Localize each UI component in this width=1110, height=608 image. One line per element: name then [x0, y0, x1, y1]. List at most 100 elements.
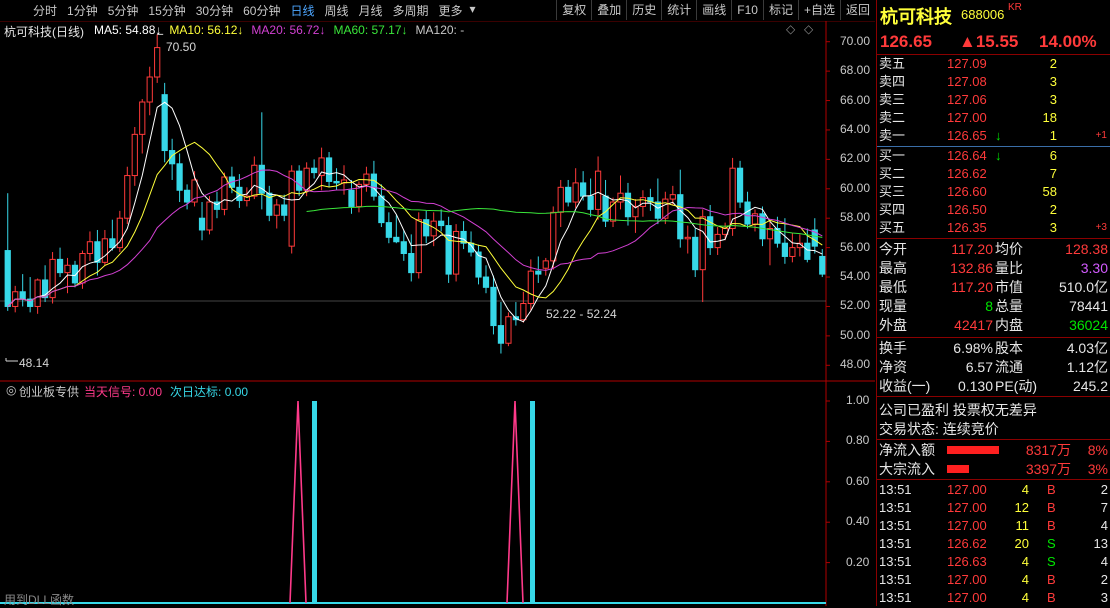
- candle: [707, 204, 714, 255]
- arrow-down-icon: ↓: [995, 148, 1002, 163]
- divider: [877, 396, 1110, 397]
- tick-row[interactable]: 13:51 127.00 12 B 7: [877, 499, 1110, 517]
- kline-chart[interactable]: [0, 21, 875, 606]
- ma-label: MA5: 54.88↓: [94, 23, 162, 37]
- stats-row: 最低 117.20 市值 510.0亿: [877, 278, 1110, 297]
- indicator-title: 创业板专供: [19, 385, 80, 399]
- stat-value: 36024: [1069, 317, 1108, 333]
- bid-row[interactable]: 买四 126.50 2: [877, 201, 1110, 219]
- tick-row[interactable]: 13:51 127.00 11 B 4: [877, 517, 1110, 535]
- ask-volume: 3: [1049, 74, 1057, 89]
- tab-period[interactable]: 5分钟: [103, 2, 144, 19]
- tick-row[interactable]: 13:51 127.00 4 B 2: [877, 481, 1110, 499]
- stock-code: 688006: [961, 7, 1005, 22]
- stats-row: 净资 6.57 流通 1.12亿: [877, 358, 1110, 377]
- trade-status: 交易状态: 连续竞价: [879, 421, 999, 437]
- toolbar-button[interactable]: 标记: [762, 0, 798, 20]
- tick-price: 127.00: [947, 590, 987, 605]
- tick-row[interactable]: 13:51 126.63 4 S 4: [877, 553, 1110, 571]
- chevron-down-icon[interactable]: ▾: [468, 2, 478, 19]
- bid-row[interactable]: 买二 126.62 7: [877, 165, 1110, 183]
- candle: [146, 66, 153, 116]
- candle: [781, 218, 789, 264]
- tab-period[interactable]: 15分钟: [143, 2, 190, 19]
- bid-volume: 6: [1049, 148, 1057, 163]
- tab-period[interactable]: 1分钟: [62, 2, 103, 19]
- ask-row[interactable]: 卖一 126.65 1 +1 ↓: [877, 127, 1110, 145]
- candle: [4, 193, 11, 311]
- stats-row: 收益(一) 0.130 PE(动) 245.2: [877, 377, 1110, 396]
- tab-period[interactable]: 多周期: [388, 2, 434, 19]
- ask-row[interactable]: 卖二 127.00 18: [877, 109, 1110, 127]
- ma-label: MA20: 56.72↓: [251, 23, 326, 37]
- stat-value: 132.86: [950, 260, 993, 276]
- chart-area[interactable]: 杭可科技(日线) MA5: 54.88↓ MA10: 56.12↓ MA20: 56…: [0, 21, 875, 607]
- bid-price: 126.60: [947, 184, 987, 199]
- diamond-icon[interactable]: ◇: [786, 22, 795, 36]
- tab-period[interactable]: 周线: [319, 2, 353, 19]
- ask-label: 卖一: [879, 128, 906, 143]
- price-tick-label: 68.00: [840, 63, 871, 78]
- ask-volume: 2: [1049, 56, 1057, 71]
- tab-period[interactable]: 月线: [354, 2, 388, 19]
- stat-value: 0.130: [957, 378, 993, 394]
- price-change-pct: 14.00%: [1039, 32, 1097, 51]
- stat-label: 流通: [995, 359, 1023, 375]
- bid-row[interactable]: 买一 126.64 6 ↓: [877, 147, 1110, 165]
- tick-row[interactable]: 13:51 127.00 4 B 2: [877, 571, 1110, 589]
- stats-row: 外盘 42417 内盘 36024: [877, 316, 1110, 335]
- flow-value: 3397万: [1025, 461, 1071, 477]
- flow-value: 8317万: [1025, 442, 1071, 458]
- tick-price: 127.00: [947, 572, 987, 587]
- candle: [56, 247, 64, 278]
- candle: [49, 252, 56, 304]
- toolbar-button[interactable]: 历史: [626, 0, 661, 20]
- toolbar-button[interactable]: +自选: [797, 0, 840, 20]
- tick-side: B: [1047, 482, 1056, 497]
- toolbar-button[interactable]: 复权: [556, 0, 591, 20]
- stats-row: 现量 8 总量 78441: [877, 297, 1110, 316]
- tick-price: 127.00: [947, 482, 987, 497]
- tab-period[interactable]: 30分钟: [191, 2, 238, 19]
- tick-volume: 12: [1014, 500, 1029, 515]
- ask-price: 127.08: [947, 74, 987, 89]
- ask-row[interactable]: 卖五 127.09 2: [877, 55, 1110, 73]
- toolbar-button[interactable]: F10: [731, 0, 763, 20]
- stat-label: 净资: [879, 359, 907, 375]
- ask-row[interactable]: 卖三 127.06 3: [877, 91, 1110, 109]
- diamond-icon[interactable]: ◇: [804, 22, 813, 36]
- toolbar-button[interactable]: 画线: [696, 0, 731, 20]
- indicator-settings-icon[interactable]: ◎: [6, 383, 16, 397]
- tick-side: S: [1047, 536, 1056, 551]
- toolbar-button[interactable]: 叠加: [591, 0, 626, 20]
- tick-price: 126.62: [947, 536, 987, 551]
- ma-legend: MA5: 54.88↓ MA10: 56.12↓ MA20: 56.72↓ MA60:…: [94, 23, 464, 37]
- toolbar-button[interactable]: 统计: [661, 0, 696, 20]
- candle: [296, 165, 303, 197]
- indicator-tick-label: 0.60: [846, 473, 870, 488]
- tab-period[interactable]: 60分钟: [238, 2, 285, 19]
- ma-label: MA10: 56.12↓: [169, 23, 244, 37]
- ask-row[interactable]: 卖四 127.08 3: [877, 73, 1110, 91]
- price-tick-label: 64.00: [840, 121, 871, 136]
- ask-label: 卖二: [879, 110, 906, 125]
- bid-price: 126.50: [947, 202, 987, 217]
- tab-period[interactable]: 日线: [285, 2, 319, 19]
- tab-period[interactable]: 分时: [28, 2, 62, 19]
- tick-row[interactable]: 13:51 126.62 20 S 13: [877, 535, 1110, 553]
- bid-row[interactable]: 买三 126.60 58: [877, 183, 1110, 201]
- stat-value: 117.20: [951, 241, 993, 257]
- tab-period[interactable]: 更多: [434, 2, 468, 19]
- candle: [154, 34, 161, 83]
- tick-row[interactable]: 13:51 127.00 4 B 3: [877, 589, 1110, 607]
- candle: [789, 232, 796, 263]
- toolbar-button[interactable]: 返回: [839, 0, 875, 20]
- stat-label: 量比: [995, 260, 1023, 276]
- tick-price: 127.00: [947, 518, 987, 533]
- candle: [445, 216, 452, 283]
- bid-row[interactable]: 买五 126.35 3 +3: [877, 219, 1110, 237]
- candle: [109, 219, 116, 251]
- stat-value: 1.12亿: [1066, 359, 1108, 375]
- indicator-label: 当天信号: 0.00: [84, 385, 163, 399]
- signal-spike: [506, 400, 524, 604]
